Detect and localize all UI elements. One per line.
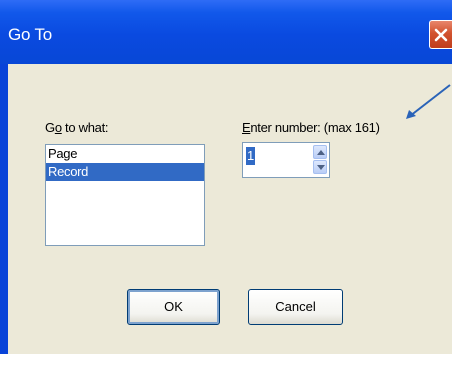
annotation-arrow-icon xyxy=(406,84,451,119)
chevron-up-icon xyxy=(317,150,325,155)
go-to-dialog: Go To Go to what: Page Record Enter numb… xyxy=(0,0,452,383)
cancel-button[interactable]: Cancel xyxy=(248,289,343,325)
dialog-title: Go To xyxy=(8,25,53,44)
list-item-selected[interactable]: Record xyxy=(46,163,204,181)
list-item[interactable]: Page xyxy=(46,145,204,163)
number-input[interactable]: 1 xyxy=(242,142,330,178)
enter-number-label: Enter number: (max 161) xyxy=(242,120,380,135)
number-value[interactable]: 1 xyxy=(246,147,256,165)
chevron-down-icon xyxy=(317,165,325,170)
go-to-what-list[interactable]: Page Record xyxy=(45,144,205,246)
ok-button[interactable]: OK xyxy=(127,289,220,325)
spin-up-button[interactable] xyxy=(313,145,327,159)
title-bar[interactable]: Go To xyxy=(0,0,452,64)
close-button[interactable] xyxy=(429,20,452,49)
go-to-what-label: Go to what: xyxy=(45,120,109,135)
bottom-margin xyxy=(0,354,452,383)
close-icon xyxy=(434,28,448,42)
spin-down-button[interactable] xyxy=(313,160,327,174)
number-spinner[interactable] xyxy=(313,145,327,175)
